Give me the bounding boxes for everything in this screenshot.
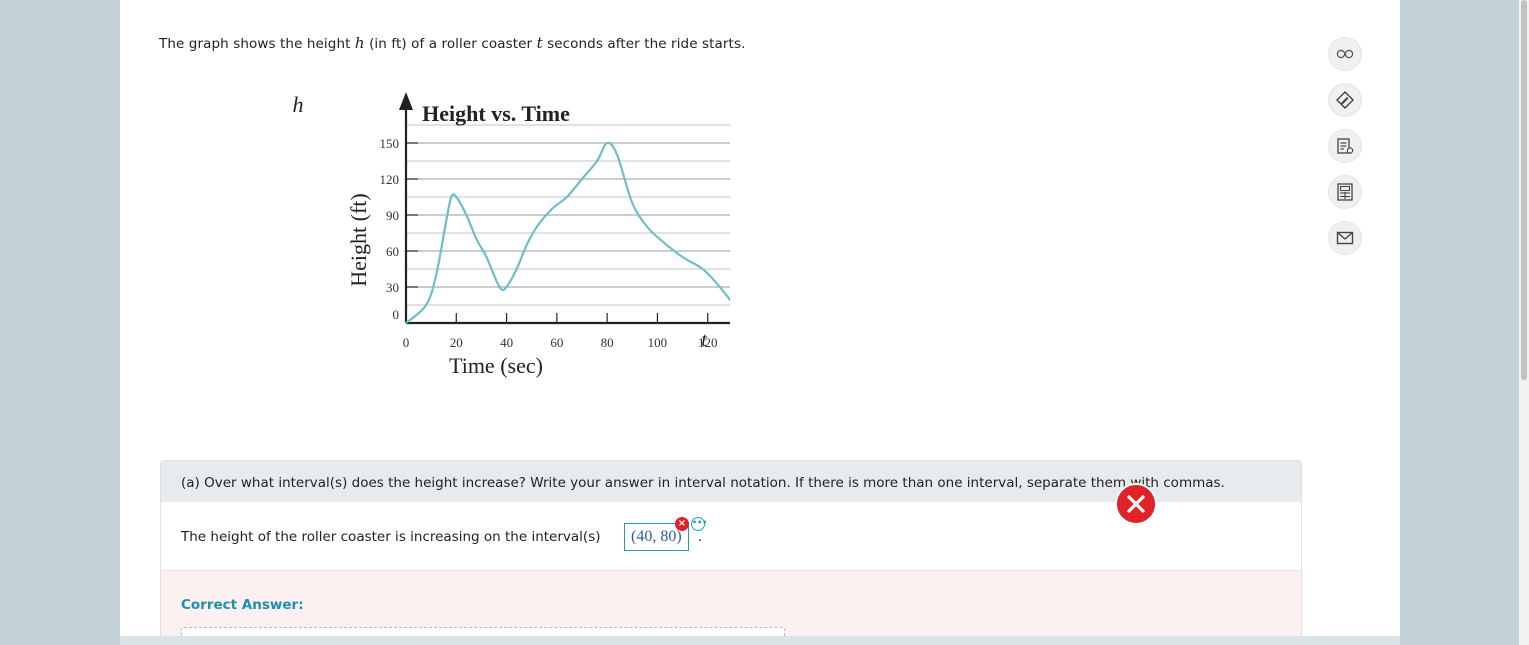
problem-statement: The graph shows the height h (in ft) of … bbox=[159, 34, 745, 52]
intro-text-1: The graph shows the height bbox=[159, 36, 355, 52]
y-tick-label: 60 bbox=[386, 244, 399, 259]
x-tick-label: 40 bbox=[500, 335, 513, 350]
y-tick-label: 0 bbox=[393, 307, 400, 322]
h-variable: h bbox=[354, 34, 365, 52]
y-tick-label: 120 bbox=[380, 172, 400, 187]
x-tick-label: 60 bbox=[550, 335, 563, 350]
correct-answer-box bbox=[181, 627, 785, 636]
more-options-icon[interactable]: ••• bbox=[691, 517, 707, 531]
mail-button[interactable] bbox=[1328, 221, 1362, 255]
notes-button[interactable] bbox=[1328, 129, 1362, 163]
scrollbar-thumb[interactable] bbox=[1521, 0, 1527, 380]
x-axis-variable: t bbox=[701, 329, 707, 351]
bottom-bar bbox=[120, 636, 1400, 645]
calculator-icon bbox=[1337, 183, 1353, 201]
grid-lines bbox=[406, 124, 730, 306]
tick-labels: 0306090120150020406080100120140 bbox=[380, 136, 718, 350]
correct-answer-label: Correct Answer: bbox=[181, 597, 304, 613]
page-scrollbar[interactable] bbox=[1519, 0, 1529, 645]
chart-title: Height vs. Time bbox=[422, 101, 570, 126]
y-tick-label: 90 bbox=[386, 208, 399, 223]
glasses-icon bbox=[1336, 49, 1354, 59]
incorrect-badge-icon bbox=[1115, 483, 1157, 525]
intro-text-2: (in ft) of a roller coaster bbox=[364, 36, 537, 52]
pencil-tag-button[interactable] bbox=[1328, 83, 1362, 117]
content-page: The graph shows the height h (in ft) of … bbox=[120, 0, 1400, 636]
y-tick-label: 150 bbox=[380, 136, 400, 151]
response-text: The height of the roller coaster is incr… bbox=[181, 529, 601, 545]
notes-icon bbox=[1337, 138, 1354, 154]
y-axis-arrow bbox=[399, 92, 413, 110]
x-tick-label: 20 bbox=[450, 335, 463, 350]
incorrect-mark-icon: × bbox=[675, 517, 689, 531]
side-toolbar bbox=[1328, 37, 1368, 267]
glasses-button[interactable] bbox=[1328, 37, 1362, 71]
x-tick-label: 100 bbox=[648, 335, 668, 350]
correct-answer-section: Correct Answer: bbox=[161, 571, 1301, 636]
x-tick-label: 0 bbox=[403, 335, 410, 350]
mail-icon bbox=[1336, 231, 1354, 245]
close-x-icon bbox=[1127, 495, 1145, 513]
y-axis-variable: h bbox=[293, 92, 304, 117]
pencil-tag-icon bbox=[1336, 91, 1354, 109]
calculator-button[interactable] bbox=[1328, 175, 1362, 209]
x-axis-label: Time (sec) bbox=[449, 353, 543, 378]
y-axis-label: Height (ft) bbox=[346, 193, 371, 286]
answer-period: . bbox=[698, 529, 703, 545]
intro-text-3: seconds after the ride starts. bbox=[542, 36, 746, 52]
y-tick-label: 30 bbox=[386, 280, 399, 295]
height-vs-time-chart: 0306090120150020406080100120140 Height v… bbox=[293, 92, 730, 378]
x-tick-label: 80 bbox=[601, 335, 614, 350]
